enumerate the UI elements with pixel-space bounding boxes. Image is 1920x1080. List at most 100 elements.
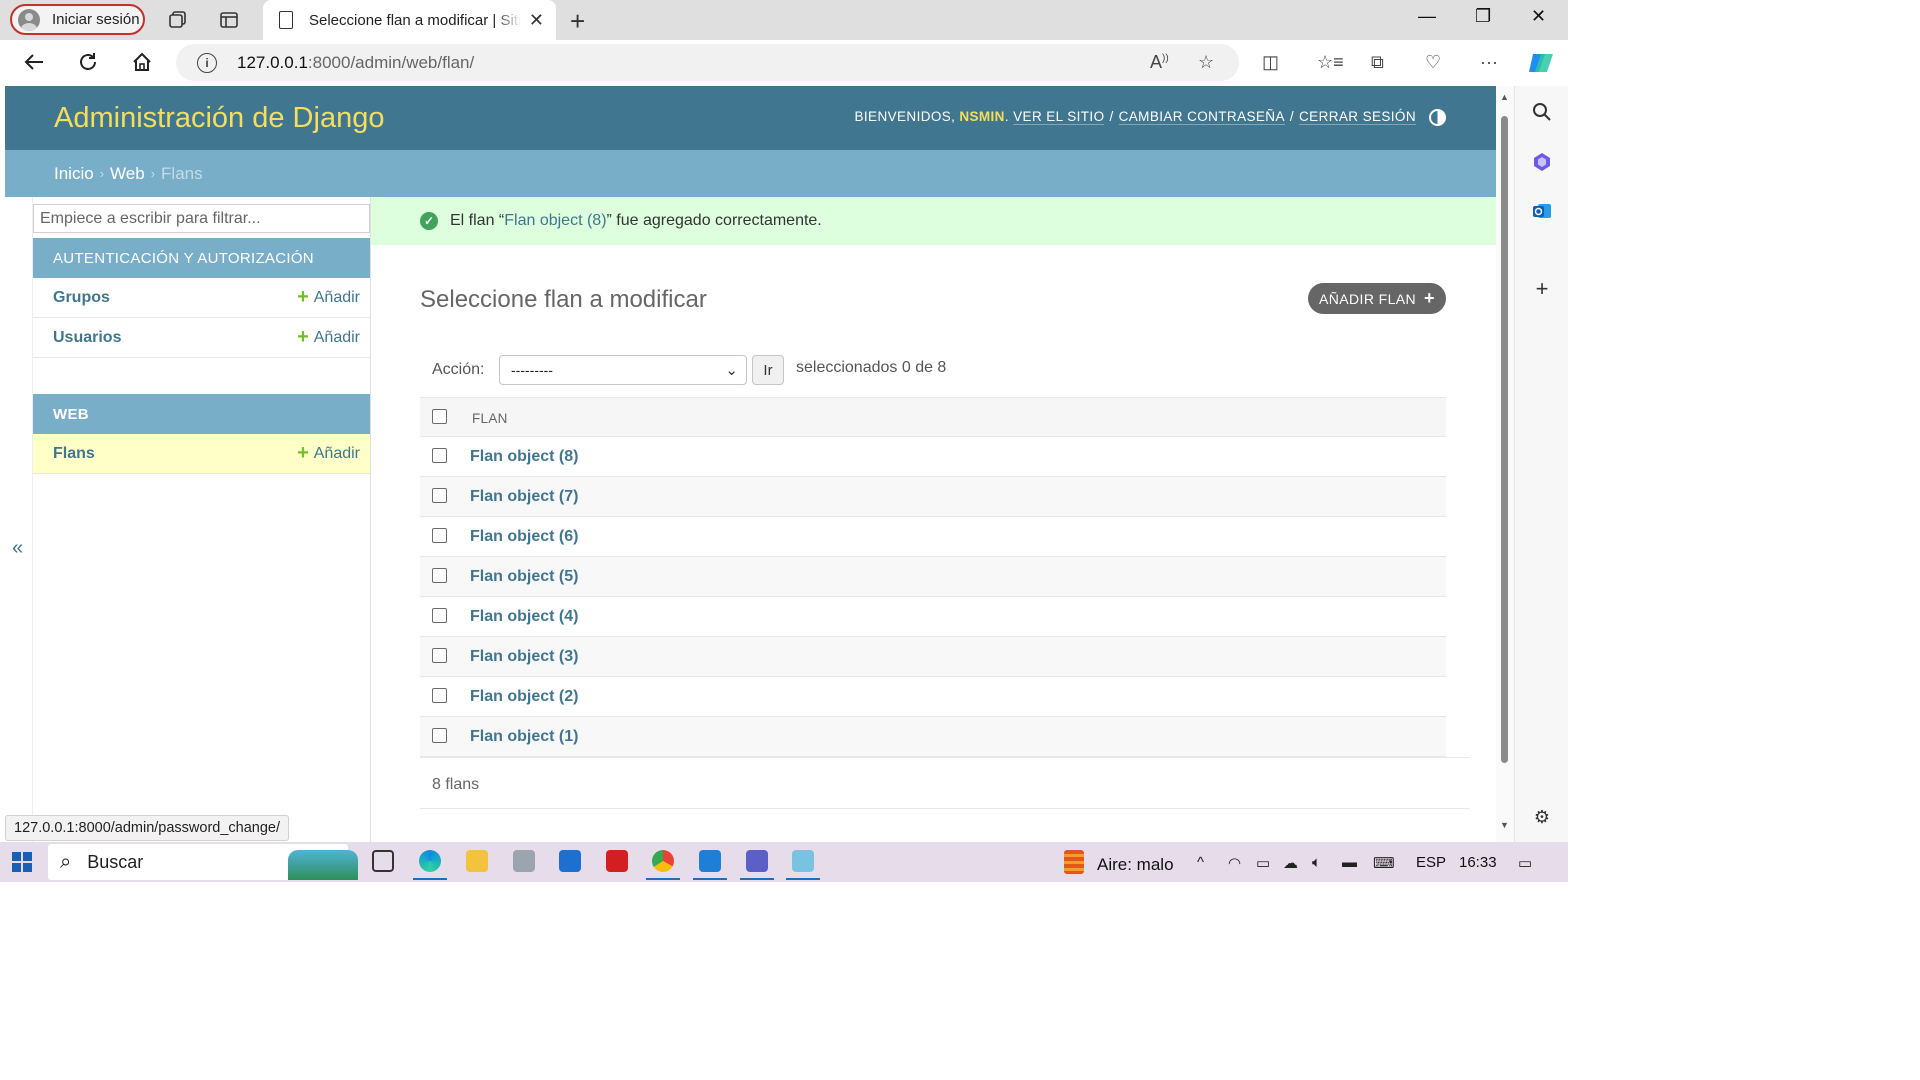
notifications-icon[interactable]: ▭ [1518, 854, 1532, 872]
clock[interactable]: 16:33 [1459, 854, 1497, 871]
message-object-link[interactable]: Flan object (8) [504, 212, 606, 230]
search-icon[interactable] [1531, 101, 1553, 123]
sidebar-toggle-strip[interactable]: « [5, 197, 33, 842]
windows-start-icon[interactable] [12, 852, 32, 872]
chrome-app-icon[interactable] [646, 850, 680, 880]
logout-link[interactable]: CERRAR SESIÓN [1299, 109, 1416, 125]
read-aloud-icon[interactable]: A)) [1150, 52, 1169, 73]
flan-object-link[interactable]: Flan object (7) [470, 488, 578, 506]
tab-active[interactable]: Seleccione flan a modificar | Sitio de a… [263, 0, 556, 40]
cloud-icon[interactable]: ☁ [1283, 854, 1298, 872]
flan-object-link[interactable]: Flan object (2) [470, 688, 578, 706]
url-bar[interactable]: i 127.0.0.1:8000/admin/web/flan/ [176, 44, 1239, 81]
change-password-link[interactable]: CAMBIAR CONTRASEÑA [1118, 109, 1285, 125]
flan-object-link[interactable]: Flan object (1) [470, 728, 578, 746]
split-screen-icon[interactable]: ◫ [1262, 52, 1279, 73]
select-all-checkbox[interactable] [432, 409, 447, 424]
edge-app-icon[interactable] [413, 850, 447, 880]
close-window-icon[interactable]: ✕ [1531, 6, 1546, 27]
plus-icon: + [1424, 288, 1435, 308]
flan-object-link[interactable]: Flan object (6) [470, 528, 578, 546]
app-caption-auth[interactable]: AUTENTICACIÓN Y AUTORIZACIÓN [33, 238, 370, 278]
battery-icon[interactable]: ▬ [1342, 854, 1357, 871]
theme-toggle-icon[interactable] [1429, 109, 1446, 126]
keyboard-icon[interactable]: ⌨ [1373, 854, 1395, 872]
meet-now-icon[interactable]: ▭ [1256, 854, 1270, 872]
breadcrumb-home[interactable]: Inicio [54, 164, 94, 184]
copilot-side-icon[interactable] [1531, 151, 1553, 173]
new-tab-icon[interactable]: + [570, 6, 585, 37]
browser-essentials-icon[interactable]: ♡ [1425, 52, 1441, 73]
flan-object-link[interactable]: Flan object (8) [470, 448, 578, 466]
minimize-icon[interactable]: — [1418, 6, 1436, 27]
sidebar-item-grupos: Grupos + Añadir [33, 278, 370, 318]
flan-object-link[interactable]: Flan object (5) [470, 568, 578, 586]
file-explorer-icon[interactable] [466, 850, 488, 872]
restore-icon[interactable]: ❐ [1475, 6, 1491, 27]
row-checkbox[interactable] [432, 448, 447, 463]
scrollbar-thumb[interactable] [1501, 116, 1508, 763]
notepad-app-icon[interactable] [786, 850, 820, 880]
add-user-link[interactable]: + Añadir [297, 326, 360, 349]
action-select[interactable]: --------- ⌄ [499, 355, 747, 385]
windows-taskbar: ⌕ Buscar Aire: malo ^ ◠ ▭ ☁ 🔈︎ ▬ ⌨ ESP 1… [0, 842, 1568, 882]
wifi-icon[interactable]: ◠ [1228, 854, 1241, 872]
go-button[interactable]: Ir [752, 355, 784, 385]
more-options-icon[interactable]: ··· [1480, 52, 1498, 73]
weather-label[interactable]: Aire: malo [1097, 855, 1174, 875]
nav-filter-input[interactable] [33, 204, 370, 233]
store-app-icon[interactable] [559, 850, 581, 872]
outlook-icon[interactable] [1531, 200, 1553, 222]
breadcrumb: Inicio › Web › Flans [5, 150, 1496, 197]
row-checkbox[interactable] [432, 488, 447, 503]
acrobat-app-icon[interactable] [606, 850, 628, 872]
taskbar-search-label: Buscar [87, 851, 144, 872]
site-info-icon[interactable]: i [197, 52, 217, 73]
row-checkbox[interactable] [432, 688, 447, 703]
collapse-sidebar-icon[interactable]: « [12, 537, 23, 560]
language-indicator[interactable]: ESP [1416, 854, 1446, 871]
page-scrollbar[interactable]: ▲ ▼ [1496, 86, 1514, 842]
gear-icon[interactable]: ⚙ [1531, 806, 1553, 828]
view-site-link[interactable]: VER EL SITIO [1013, 109, 1105, 125]
close-tab-icon[interactable]: ✕ [529, 10, 544, 31]
row-checkbox[interactable] [432, 608, 447, 623]
row-checkbox[interactable] [432, 648, 447, 663]
collections-icon[interactable]: ⧉ [1371, 52, 1384, 73]
chevron-up-icon[interactable]: ^ [1197, 854, 1204, 871]
task-view-icon[interactable] [372, 850, 394, 872]
copilot-icon[interactable] [1527, 50, 1555, 81]
favorites-icon[interactable]: ☆≡ [1317, 52, 1344, 73]
reload-icon[interactable] [76, 50, 100, 74]
scroll-down-icon[interactable]: ▼ [1500, 820, 1509, 830]
taskbar-search[interactable]: ⌕ Buscar [48, 844, 358, 880]
add-flan-button[interactable]: AÑADIR FLAN + [1308, 283, 1446, 314]
scroll-up-icon[interactable]: ▲ [1500, 92, 1509, 102]
vscode-app-icon[interactable] [693, 850, 727, 880]
add-sidebar-app-icon[interactable]: + [1531, 276, 1553, 301]
profile-button[interactable]: Iniciar sesión [10, 4, 145, 35]
flan-object-link[interactable]: Flan object (4) [470, 608, 578, 626]
back-icon[interactable] [22, 50, 46, 74]
app-caption-web[interactable]: WEB [33, 394, 370, 434]
volume-icon[interactable]: 🔈︎ [1312, 854, 1321, 871]
row-checkbox[interactable] [432, 528, 447, 543]
add-group-link[interactable]: + Añadir [297, 286, 360, 309]
add-flan-link[interactable]: + Añadir [297, 442, 360, 465]
row-checkbox[interactable] [432, 728, 447, 743]
model-link[interactable]: Usuarios [53, 329, 121, 347]
favorite-star-icon[interactable]: ☆ [1198, 52, 1214, 73]
flan-object-link[interactable]: Flan object (3) [470, 648, 578, 666]
breadcrumb-app[interactable]: Web [110, 164, 145, 184]
workspaces-icon[interactable] [166, 8, 190, 32]
table-row: Flan object (3) [420, 637, 1446, 677]
site-branding[interactable]: Administración de Django [54, 102, 384, 135]
home-icon[interactable] [130, 50, 154, 74]
column-header-flan[interactable]: FLAN [472, 411, 508, 426]
model-link[interactable]: Flans [53, 445, 95, 463]
tab-actions-icon[interactable] [217, 8, 241, 32]
teams-app-icon[interactable] [740, 850, 774, 880]
printer-app-icon[interactable] [513, 850, 535, 872]
row-checkbox[interactable] [432, 568, 447, 583]
model-link[interactable]: Grupos [53, 289, 110, 307]
